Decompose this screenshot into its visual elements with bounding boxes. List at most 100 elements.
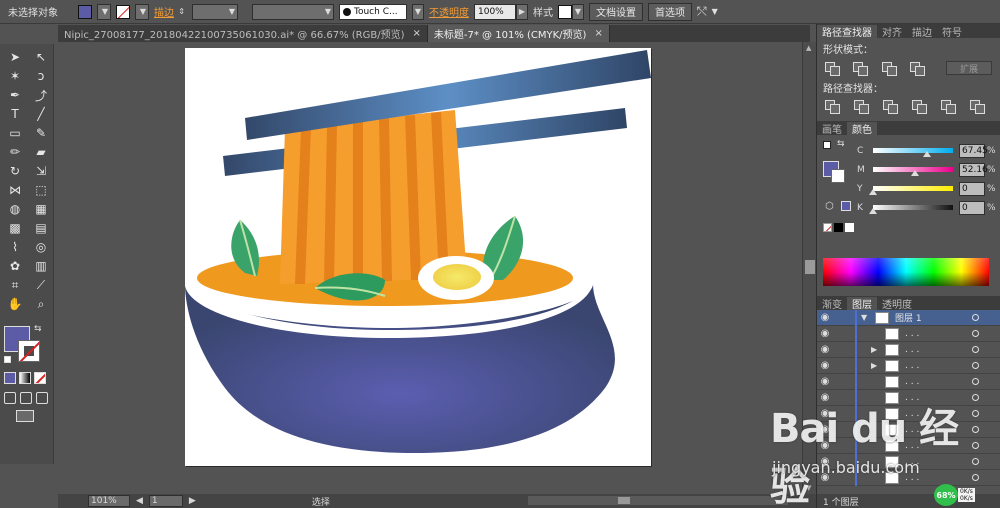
line-tool-icon[interactable]: ╱ (30, 105, 52, 123)
paintbrush-tool-icon[interactable]: ✎ (30, 124, 52, 142)
scroll-up-icon[interactable]: ▲ (806, 44, 811, 52)
color-spectrum[interactable] (823, 258, 989, 286)
rectangle-tool-icon[interactable]: ▭ (4, 124, 26, 142)
screen-mode-icon[interactable] (16, 410, 34, 422)
sublayer-row[interactable]: ◉ ▶ . . . (817, 341, 1000, 358)
eye-icon[interactable]: ◉ (817, 344, 833, 355)
hscroll-thumb[interactable] (618, 497, 630, 504)
column-graph-tool-icon[interactable]: ▥ (30, 257, 52, 275)
free-transform-tool-icon[interactable]: ⬚ (30, 181, 52, 199)
stroke-label[interactable]: 描边 (154, 4, 174, 19)
stroke-swatch[interactable] (116, 4, 130, 19)
direct-selection-tool-icon[interactable]: ↖ (30, 48, 52, 66)
default-colors-icon[interactable] (4, 356, 11, 363)
target-icon[interactable] (972, 378, 979, 385)
variable-width-dropdown[interactable]: ▼ (252, 3, 334, 20)
zoom-field[interactable]: 101% (88, 495, 130, 507)
target-icon[interactable] (972, 346, 979, 353)
graphic-style-swatch[interactable] (558, 4, 572, 19)
exclude-icon[interactable] (909, 61, 926, 76)
divide-icon[interactable] (825, 100, 840, 114)
channel-slider[interactable] (873, 148, 953, 157)
eye-icon[interactable]: ◉ (817, 376, 833, 387)
eye-icon[interactable]: ◉ (817, 312, 833, 323)
eye-icon[interactable]: ◉ (817, 328, 833, 339)
tab-layers[interactable]: 图层 (847, 297, 877, 311)
black-swatch[interactable] (834, 223, 843, 232)
zoom-tool-icon[interactable]: ⌕ (30, 295, 52, 313)
eye-icon[interactable]: ◉ (817, 360, 833, 371)
expand-button[interactable]: 扩展 (946, 61, 992, 75)
none-mode-icon[interactable] (34, 372, 46, 384)
magic-wand-tool-icon[interactable]: ✶ (4, 67, 26, 85)
artboard[interactable] (185, 48, 651, 466)
stroke-weight-field[interactable]: ▼ (192, 3, 238, 20)
tab-transparency[interactable]: 透明度 (877, 297, 917, 311)
pencil-tool-icon[interactable]: ✏ (4, 143, 26, 161)
tab-pathfinder[interactable]: 路径查找器 (817, 25, 877, 39)
layer-name[interactable]: 图层 1 (895, 311, 922, 324)
arrange-dropdown-icon[interactable]: ▼ (712, 7, 718, 16)
expand-icon[interactable]: ▶ (871, 345, 881, 354)
live-paint-tool-icon[interactable]: ▦ (30, 200, 52, 218)
curvature-tool-icon[interactable]: ⤴ (30, 86, 52, 104)
none-swatch[interactable] (823, 223, 832, 232)
perspective-grid-tool-icon[interactable]: ▩ (4, 219, 26, 237)
outline-icon[interactable] (941, 100, 956, 114)
expand-icon[interactable]: ▶ (871, 361, 881, 370)
sublayer-row[interactable]: ◉ ▶ . . . (817, 357, 1000, 374)
opacity-dropdown[interactable]: ▶ (516, 3, 528, 20)
shape-builder-tool-icon[interactable]: ◍ (4, 200, 26, 218)
channel-slider[interactable] (869, 205, 953, 214)
arrange-icon[interactable]: ⤲ (697, 4, 707, 19)
swap-colors-icon[interactable]: ⇆ (34, 324, 42, 334)
stroke-color-swatch[interactable] (18, 340, 40, 362)
tab-stroke[interactable]: 描边 (907, 25, 937, 39)
eyedropper-tool-icon[interactable]: ⌇ (4, 238, 26, 256)
fill-swatch[interactable] (78, 4, 92, 19)
page-field[interactable]: 1 (148, 495, 183, 507)
eraser-tool-icon[interactable]: ▰ (30, 143, 52, 161)
draw-inside-icon[interactable] (36, 392, 48, 404)
tab-symbols[interactable]: 符号 (937, 25, 967, 39)
blend-tool-icon[interactable]: ◎ (30, 238, 52, 256)
horizontal-scrollbar[interactable] (528, 496, 788, 505)
close-icon[interactable]: × (413, 28, 421, 39)
draw-normal-icon[interactable] (4, 392, 16, 404)
scale-tool-icon[interactable]: ⇲ (30, 162, 52, 180)
scroll-thumb[interactable] (805, 260, 815, 274)
merge-icon[interactable] (883, 100, 898, 114)
channel-value[interactable]: 52.16 (959, 162, 988, 177)
width-tool-icon[interactable]: ⋈ (4, 181, 26, 199)
target-icon[interactable] (972, 362, 979, 369)
tab-document-1[interactable]: Nipic_27008177_20180422100735061030.ai* … (58, 25, 428, 42)
target-icon[interactable] (972, 314, 979, 321)
status-mode[interactable]: 选择 (312, 495, 330, 508)
channel-value[interactable]: 0 (959, 181, 985, 196)
preferences-button[interactable]: 首选项 (648, 2, 692, 21)
slider-knob[interactable] (869, 208, 877, 214)
slider-knob[interactable] (910, 170, 919, 176)
layer-row[interactable]: ◉ ▼ 图层 1 (817, 309, 1000, 326)
tab-align[interactable]: 对齐 (877, 25, 907, 39)
canvas-area[interactable] (58, 42, 802, 494)
hand-tool-icon[interactable]: ✋ (4, 295, 26, 313)
tab-document-2[interactable]: 未标题-7* @ 101% (CMYK/预览) × (427, 25, 610, 42)
symbol-sprayer-tool-icon[interactable]: ✿ (4, 257, 26, 275)
page-prev-icon[interactable]: ◀ (136, 496, 143, 506)
style-dropdown[interactable]: ▼ (572, 3, 584, 20)
performance-badge[interactable]: 68% (934, 484, 958, 506)
slice-tool-icon[interactable]: ⟋ (30, 276, 52, 294)
trim-icon[interactable] (854, 100, 869, 114)
target-icon[interactable] (972, 330, 979, 337)
artboard-tool-icon[interactable]: ⌗ (4, 276, 26, 294)
rotate-tool-icon[interactable]: ↻ (4, 162, 26, 180)
channel-value[interactable]: 67.45 (959, 143, 988, 158)
intersect-icon[interactable] (881, 61, 897, 76)
sublayer-row[interactable]: ◉ . . . (817, 373, 1000, 390)
tab-gradient[interactable]: 渐变 (817, 297, 847, 311)
gradient-tool-icon[interactable]: ▤ (30, 219, 52, 237)
channel-slider[interactable] (873, 167, 953, 176)
selection-tool-icon[interactable]: ➤ (4, 48, 26, 66)
brush-dropdown[interactable]: ▼ (412, 3, 424, 20)
